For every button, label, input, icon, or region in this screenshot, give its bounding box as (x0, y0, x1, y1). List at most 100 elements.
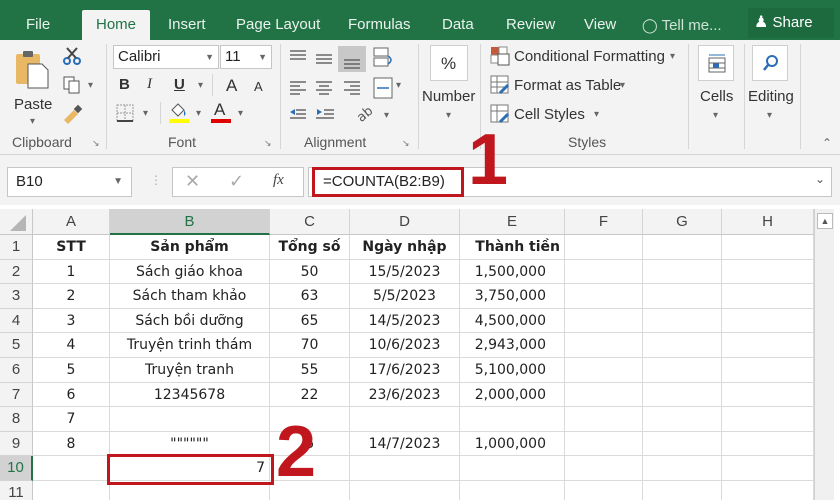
cell-a7[interactable]: 6 (33, 382, 110, 408)
cell-e11[interactable] (460, 481, 565, 500)
tab-insert[interactable]: Insert (158, 10, 216, 40)
cell-a3[interactable]: 2 (33, 284, 110, 309)
cell-f3[interactable] (565, 284, 643, 309)
cell-h8[interactable] (722, 407, 814, 432)
editing-button[interactable] (752, 45, 788, 81)
cell-d5[interactable]: 10/6/2023 (350, 333, 460, 358)
cell-e8[interactable] (460, 407, 565, 432)
cell-h4[interactable] (722, 308, 814, 334)
cell-g8[interactable] (643, 407, 722, 432)
copy-dropdown-caret[interactable]: ▾ (88, 80, 93, 91)
cell-f1[interactable] (565, 235, 643, 260)
row-header-3[interactable]: 3 (0, 284, 33, 309)
cell-b1[interactable]: Sản phẩm (110, 235, 270, 260)
cell-e4[interactable]: 4,500,000 (460, 308, 565, 334)
insert-function-icon[interactable]: fx (273, 172, 284, 189)
expand-formula-bar-icon[interactable]: ⌄ (815, 172, 825, 186)
font-name-select[interactable]: Calibri ▼ (113, 45, 219, 69)
cell-h9[interactable] (722, 431, 814, 457)
scroll-up-arrow-icon[interactable]: ▲ (817, 213, 833, 229)
vertical-scrollbar[interactable]: ▲ (814, 209, 834, 500)
row-header-10[interactable]: 10 (0, 456, 33, 481)
cell-e9[interactable]: 1,000,000 (460, 431, 565, 457)
cell-d9[interactable]: 14/7/2023 (350, 431, 460, 457)
cell-a6[interactable]: 5 (33, 358, 110, 383)
cancel-icon[interactable]: ✕ (185, 171, 200, 192)
number-format-button[interactable]: % (430, 45, 468, 81)
cell-a8[interactable]: 7 (33, 407, 110, 432)
cell-f8[interactable] (565, 407, 643, 432)
paste-dropdown-caret[interactable]: ▾ (30, 116, 35, 127)
cell-g7[interactable] (643, 382, 722, 408)
column-header-g[interactable]: G (643, 209, 722, 235)
cell-a4[interactable]: 3 (33, 308, 110, 334)
cell-d8[interactable] (350, 407, 460, 432)
cell-h1[interactable] (722, 235, 814, 260)
cell-g5[interactable] (643, 333, 722, 358)
cell-a5[interactable]: 4 (33, 333, 110, 358)
cells-dropdown-caret[interactable]: ▾ (713, 110, 718, 121)
alignment-launcher-icon[interactable]: ↘ (402, 138, 410, 149)
cell-d3[interactable]: 5/5/2023 (350, 284, 460, 309)
underline-button[interactable]: U (174, 76, 185, 93)
cell-c4[interactable]: 65 (270, 308, 350, 334)
cell-g11[interactable] (643, 481, 722, 500)
cell-b5[interactable]: Truyện trinh thám (110, 333, 270, 358)
cell-h6[interactable] (722, 358, 814, 383)
clipboard-launcher-icon[interactable]: ↘ (92, 138, 100, 149)
font-size-select[interactable]: 11 ▼ (220, 45, 272, 69)
shrink-font-button[interactable]: A (254, 79, 263, 94)
italic-button[interactable]: I (147, 76, 152, 93)
row-header-5[interactable]: 5 (0, 333, 33, 358)
cell-h10[interactable] (722, 456, 814, 481)
drag-handle-icon[interactable]: ⋮ (150, 173, 162, 187)
cell-d11[interactable] (350, 481, 460, 500)
merge-dropdown-caret[interactable]: ▾ (396, 80, 401, 91)
cell-b3[interactable]: Sách tham khảo (110, 284, 270, 309)
tab-page-layout[interactable]: Page Layout (226, 10, 330, 40)
cell-b8[interactable] (110, 407, 270, 432)
column-header-h[interactable]: H (722, 209, 814, 235)
conditional-formatting-button[interactable]: Conditional Formatting ▾ (490, 46, 680, 68)
orientation-dropdown-caret[interactable]: ▾ (384, 110, 389, 121)
formula-input[interactable]: =COUNTA(B2:B9) (312, 167, 464, 197)
cell-h7[interactable] (722, 382, 814, 408)
grow-font-button[interactable]: A (226, 76, 237, 96)
cell-g4[interactable] (643, 308, 722, 334)
cell-f11[interactable] (565, 481, 643, 500)
column-header-b[interactable]: B (110, 209, 270, 235)
cell-d10[interactable] (350, 456, 460, 481)
cell-f10[interactable] (565, 456, 643, 481)
cell-a2[interactable]: 1 (33, 259, 110, 285)
cell-b6[interactable]: Truyện tranh (110, 358, 270, 383)
tab-view[interactable]: View (574, 10, 626, 40)
tab-formulas[interactable]: Formulas (338, 10, 421, 40)
cell-e6[interactable]: 5,100,000 (460, 358, 565, 383)
format-as-table-button[interactable]: Format as Table ▾ (490, 75, 630, 97)
cell-c1[interactable]: Tổng số (270, 235, 350, 260)
row-header-1[interactable]: 1 (0, 235, 33, 260)
cell-styles-button[interactable]: Cell Styles ▾ (490, 104, 610, 126)
column-header-e[interactable]: E (460, 209, 565, 235)
cell-a9[interactable]: 8 (33, 431, 110, 457)
bold-button[interactable]: B (119, 76, 130, 93)
alignment-buttons[interactable]: ab (288, 46, 408, 132)
selected-cell-b10-highlight[interactable] (107, 454, 274, 485)
cell-g2[interactable] (643, 259, 722, 285)
fill-color-icon[interactable] (168, 100, 190, 124)
share-button[interactable]: ♟ Share (748, 8, 834, 38)
cell-a10[interactable] (33, 456, 110, 481)
cell-f9[interactable] (565, 431, 643, 457)
cell-h2[interactable] (722, 259, 814, 285)
cell-e10[interactable] (460, 456, 565, 481)
cell-d6[interactable]: 17/6/2023 (350, 358, 460, 383)
tab-review[interactable]: Review (496, 10, 565, 40)
cell-g6[interactable] (643, 358, 722, 383)
row-header-7[interactable]: 7 (0, 382, 33, 408)
row-header-2[interactable]: 2 (0, 259, 33, 285)
cell-e1[interactable]: Thành tiền (460, 235, 565, 260)
cell-d1[interactable]: Ngày nhập (350, 235, 460, 260)
fill-color-dropdown-caret[interactable]: ▾ (196, 108, 201, 119)
cell-h11[interactable] (722, 481, 814, 500)
cell-d4[interactable]: 14/5/2023 (350, 308, 460, 334)
